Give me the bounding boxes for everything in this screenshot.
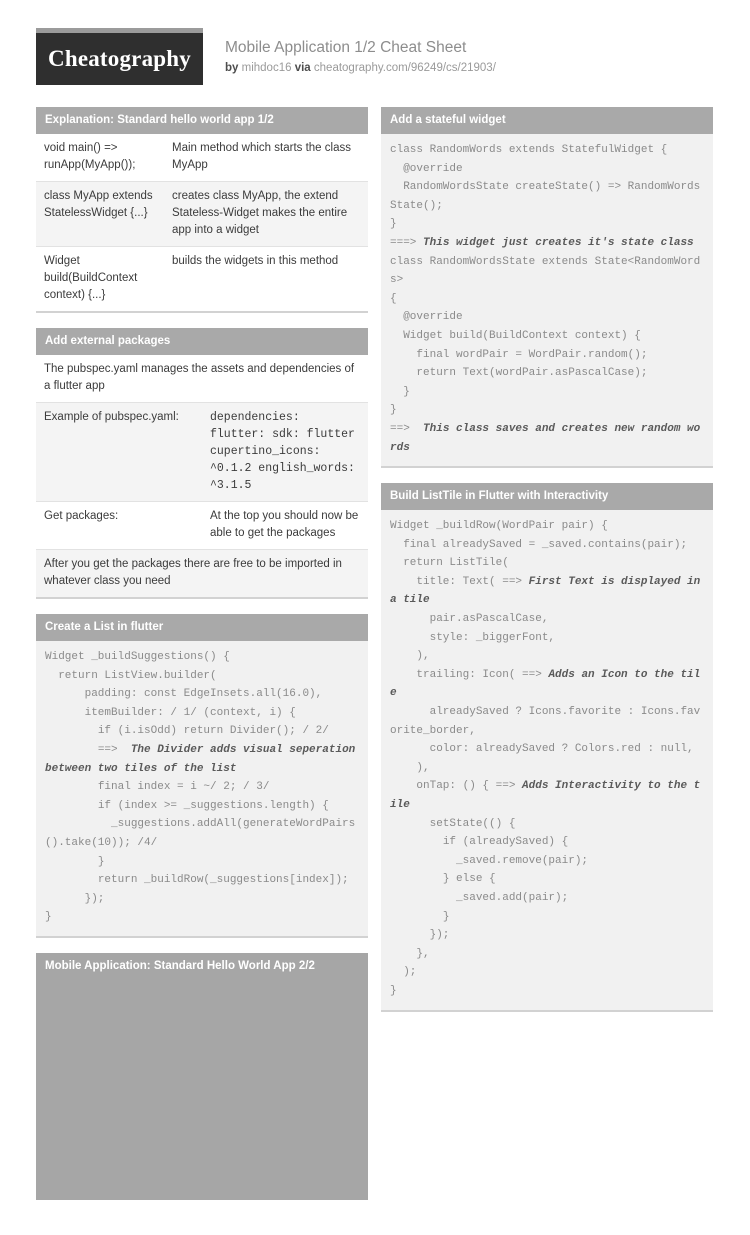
byline-author[interactable]: mihdoc16 [242, 62, 292, 74]
row-key: Widget build(BuildContext context) {...} [44, 255, 138, 301]
byline-by-label: by [225, 62, 239, 74]
row-key: Example of pubspec.yaml: [36, 402, 202, 502]
card-1: Add external packages The pubspec.yaml ma… [36, 328, 368, 599]
row-text: After you get the packages there are fre… [36, 549, 368, 597]
row-value: At the top you should now be able to get… [202, 501, 368, 550]
card-title: Create a List in flutter [36, 614, 368, 641]
row-value: creates class MyApp, the extend Stateles… [164, 181, 368, 247]
table-row: class MyApp extends StatelessWidget {...… [36, 181, 368, 247]
byline-via-label: via [294, 62, 311, 74]
definition-table: The pubspec.yaml manages the assets and … [36, 355, 368, 597]
code-block: Widget _buildSuggestions() { return List… [36, 641, 368, 936]
card-title: Mobile Application: Standard Hello World… [45, 959, 315, 972]
cheat-sheet-page: Cheatography Mobile Application 1/2 Chea… [0, 0, 750, 1235]
row-value: dependencies: flutter: sdk: flutter cupe… [202, 402, 368, 502]
byline-url[interactable]: cheatography.com/96249/cs/21903/ [314, 62, 496, 74]
row-text: The pubspec.yaml manages the assets and … [36, 355, 368, 403]
card-title: Add a stateful widget [381, 107, 713, 134]
table-row: After you get the packages there are fre… [36, 549, 368, 597]
card-1: Build ListTile in Flutter with Interacti… [381, 483, 713, 1012]
code-block: class RandomWords extends StatefulWidget… [381, 134, 713, 467]
cheatography-logo[interactable]: Cheatography [36, 28, 203, 85]
definition-table: void main() => runApp(MyApp()); Main meth… [36, 134, 368, 311]
card-title: Add external packages [36, 328, 368, 355]
page-title: Mobile Application 1/2 Cheat Sheet [225, 39, 467, 56]
logo-top-bar [36, 28, 203, 33]
right-column: Add a stateful widget class RandomWords e… [381, 107, 713, 1027]
table-row: Widget build(BuildContext context) {...}… [36, 247, 368, 312]
title-block: Mobile Application 1/2 Cheat Sheet by mi… [203, 28, 496, 76]
page-header: Cheatography Mobile Application 1/2 Chea… [0, 0, 750, 85]
card-title: Explanation: Standard hello world app 1/… [36, 107, 368, 134]
card-0: Add a stateful widget class RandomWords e… [381, 107, 713, 469]
row-value: Main method which starts the class MyApp [164, 134, 368, 182]
row-value: builds the widgets in this method [172, 255, 339, 267]
logo-text: Cheatography [48, 45, 191, 71]
left-column: Explanation: Standard hello world app 1/… [36, 107, 368, 1215]
card-0: Explanation: Standard hello world app 1/… [36, 107, 368, 313]
table-row: Example of pubspec.yaml: dependencies: fl… [36, 402, 368, 502]
card-image-3: Mobile Application: Standard Hello World… [36, 952, 368, 1200]
byline: by mihdoc16 via cheatography.com/96249/c… [225, 61, 496, 76]
code-block: Widget _buildRow(WordPair pair) { final … [381, 510, 713, 1010]
table-row: void main() => runApp(MyApp()); Main meth… [36, 134, 368, 182]
card-2: Create a List in flutter Widget _buildSug… [36, 614, 368, 938]
row-key: Get packages: [36, 501, 202, 550]
columns-container: Explanation: Standard hello world app 1/… [0, 85, 750, 1235]
screenshot-image-placeholder [36, 979, 368, 1200]
card-title: Build ListTile in Flutter with Interacti… [381, 483, 713, 511]
row-key: void main() => runApp(MyApp()); [36, 134, 164, 182]
table-row: The pubspec.yaml manages the assets and … [36, 355, 368, 403]
table-row: Get packages: At the top you should now b… [36, 501, 368, 550]
row-key: class MyApp extends StatelessWidget {...… [36, 181, 164, 247]
